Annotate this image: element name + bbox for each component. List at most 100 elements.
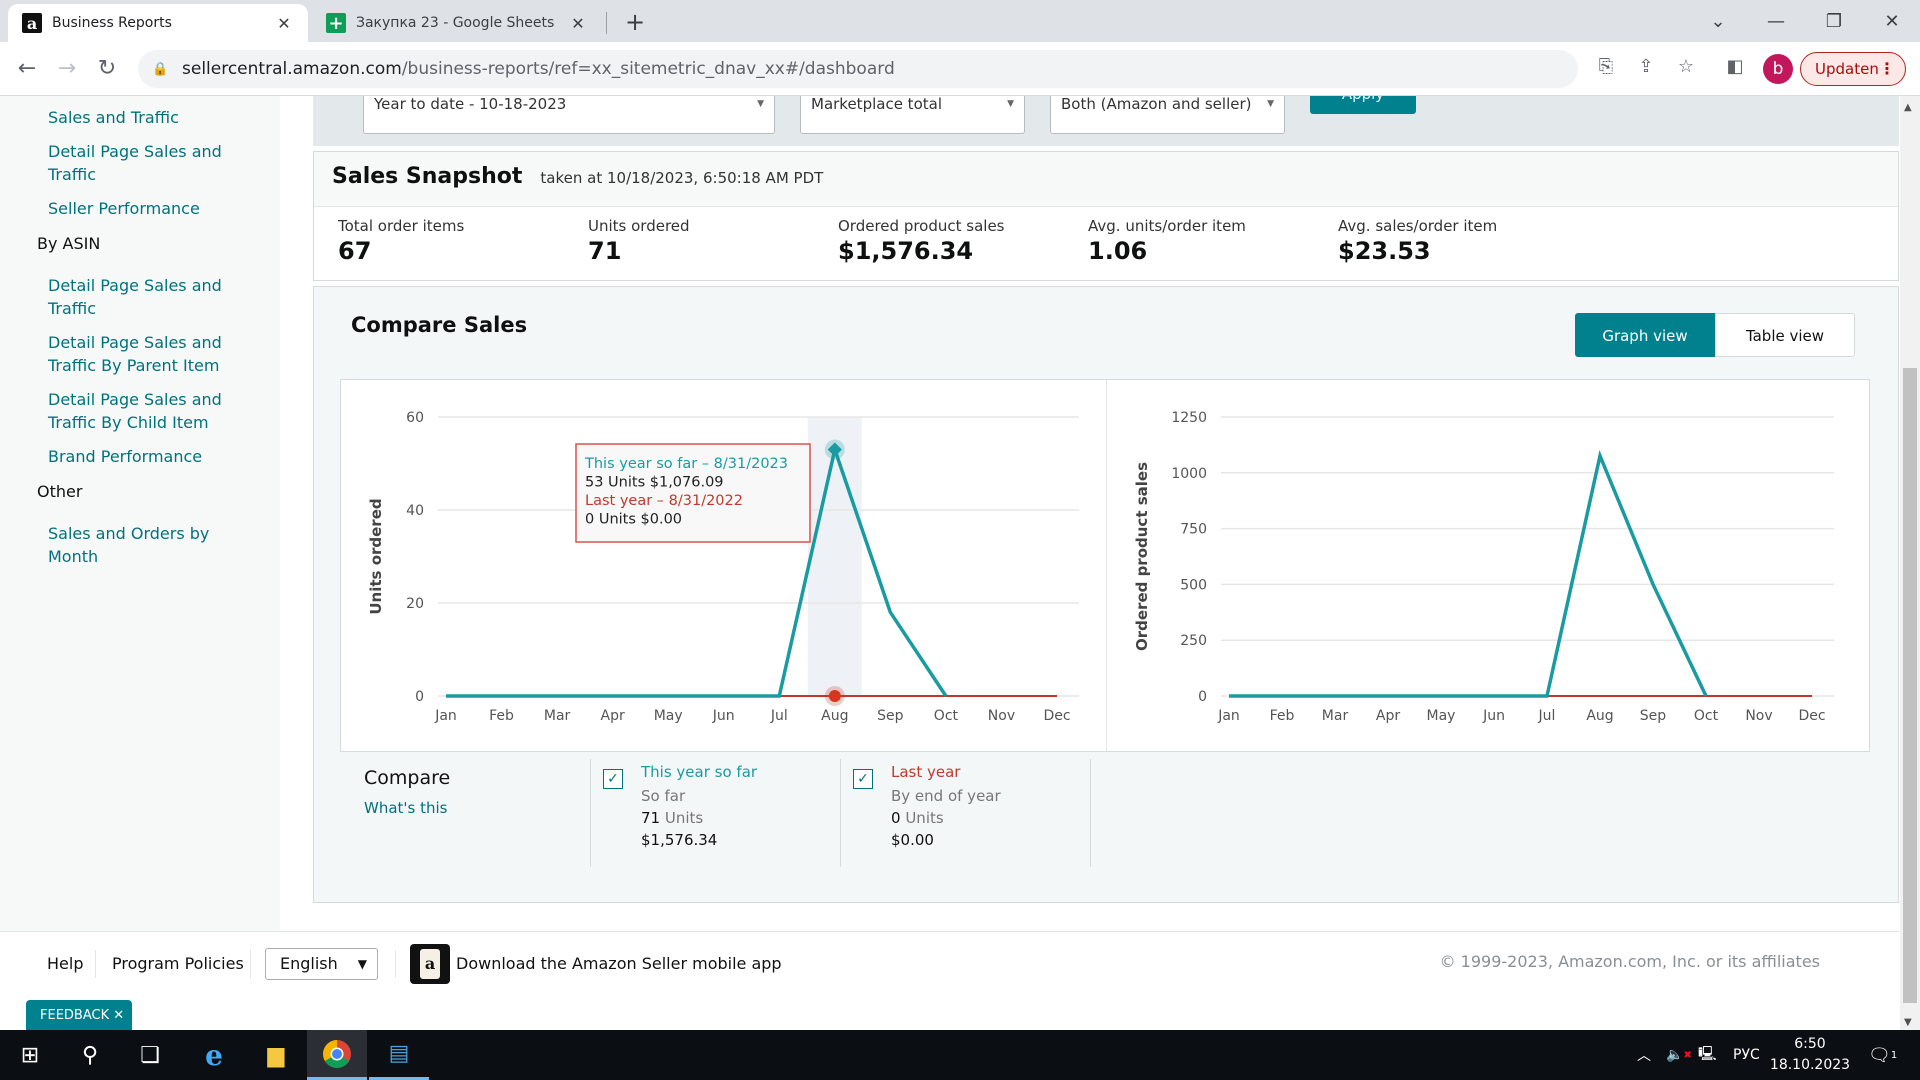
url-path: /business-reports/ref=xx_sitemetric_dnav… — [401, 59, 895, 79]
amazon-icon: a — [22, 13, 42, 33]
file-explorer-icon[interactable]: ▆ — [246, 1030, 306, 1080]
translate-icon[interactable]: ⎘ — [1593, 56, 1619, 77]
marketplace-value: Marketplace total — [811, 96, 942, 113]
bookmark-star-icon[interactable]: ☆ — [1673, 56, 1699, 77]
minimize-button[interactable]: — — [1748, 0, 1804, 42]
chevron-down-icon: ▼ — [357, 957, 367, 971]
last-year-checkbox[interactable]: ✓ — [853, 769, 873, 789]
copyright: © 1999-2023, Amazon.com, Inc. or its aff… — [1439, 952, 1820, 971]
compare-legend: Compare What's this ✓ This year so far S… — [340, 759, 1870, 879]
whats-this-link[interactable]: What's this — [364, 799, 448, 817]
snapshot-timestamp: taken at 10/18/2023, 6:50:18 AM PDT — [540, 169, 824, 187]
volume-muted-icon[interactable]: 🔈 ✖ — [1666, 1030, 1692, 1080]
chrome-icon[interactable] — [307, 1030, 367, 1080]
feedback-button[interactable]: FEEDBACK ✕ — [26, 1000, 132, 1030]
close-tab-icon[interactable]: ✕ — [274, 14, 294, 33]
close-window-button[interactable]: ✕ — [1864, 0, 1920, 42]
sidebar-item-by-parent-item[interactable]: Detail Page Sales and Traffic By Parent … — [48, 331, 248, 377]
tab-google-sheets[interactable]: + Закупка 23 - Google Sheets ✕ — [312, 4, 602, 42]
amazon-logo-icon: a — [420, 949, 440, 979]
tooltip-line: 53 Units $1,076.09 — [585, 475, 724, 491]
page-scrollbar[interactable]: ▲ ▼ — [1900, 96, 1920, 1030]
units-ordered-chart[interactable]: 0 20 40 60 Jan Feb Mar Apr May Jun Jul Aug Sep Oct Nov… — [341, 380, 1106, 751]
y-tick-label: 750 — [1180, 522, 1207, 538]
units-value: 71 — [641, 809, 661, 827]
y-axis-label: Ordered product sales — [1133, 462, 1151, 651]
compare-sales-title: Compare Sales — [351, 313, 528, 337]
language-select[interactable]: English ▼ — [265, 948, 378, 980]
language-value: English — [280, 954, 338, 973]
restore-button[interactable]: ❐ — [1806, 0, 1862, 42]
reload-button[interactable]: ↻ — [92, 54, 122, 84]
x-tick-label: Jan — [434, 708, 457, 724]
footer-separator — [95, 950, 96, 978]
download-app-link[interactable]: Download the Amazon Seller mobile app — [456, 954, 782, 973]
tab-search-icon[interactable]: ⌄ — [1690, 0, 1746, 42]
y-tick-label: 250 — [1180, 633, 1207, 649]
back-button[interactable]: ← — [12, 54, 42, 84]
help-link[interactable]: Help — [47, 954, 83, 973]
search-icon[interactable]: ⚲ — [60, 1030, 120, 1080]
table-view-button[interactable]: Table view — [1715, 313, 1855, 357]
x-tick-label: Sep — [877, 708, 904, 724]
sidebar-item-detail-page-sales-traffic[interactable]: Detail Page Sales and Traffic — [48, 140, 248, 186]
program-policies-link[interactable]: Program Policies — [112, 954, 244, 973]
metric-ordered-product-sales: Ordered product sales $1,576.34 — [838, 217, 1078, 265]
scroll-down-icon[interactable]: ▼ — [1904, 1017, 1912, 1028]
caret-down-icon: ▼ — [1267, 99, 1274, 109]
series-line-this-year — [1229, 449, 1708, 698]
fulfillment-select[interactable]: Both (Amazon and seller) ▼ — [1050, 96, 1285, 134]
new-tab-button[interactable]: + — [620, 8, 650, 38]
clock-date: 18.10.2023 — [1769, 1057, 1851, 1073]
x-tick-label: Jul — [770, 708, 788, 724]
amazon-seller-app-icon[interactable]: a — [410, 944, 450, 984]
sidebar-item-sales-orders-by-month[interactable]: Sales and Orders by Month — [48, 522, 248, 568]
network-icon[interactable]: 🖳 — [1698, 1030, 1717, 1080]
sidebar-item-sales-and-traffic[interactable]: Sales and Traffic — [48, 106, 248, 129]
metric-total-order-items: Total order items 67 — [338, 217, 578, 265]
share-icon[interactable]: ⇪ — [1633, 56, 1659, 77]
scroll-up-icon[interactable]: ▲ — [1904, 102, 1912, 113]
system-clock[interactable]: 6:50 18.10.2023 — [1768, 1034, 1852, 1076]
y-tick-label: 0 — [415, 689, 424, 705]
metric-avg-sales-per-order-item: Avg. sales/order item $23.53 — [1338, 217, 1578, 265]
units-label: Units — [905, 809, 944, 827]
server-manager-icon[interactable]: ▤ — [369, 1030, 429, 1080]
this-year-checkbox[interactable]: ✓ — [603, 769, 623, 789]
marketplace-select[interactable]: Marketplace total ▼ — [800, 96, 1025, 134]
apply-button[interactable]: Apply — [1310, 96, 1416, 114]
legend-this-year: ✓ This year so far So far 71 Units $1,57… — [590, 759, 840, 867]
input-language[interactable]: РУС — [1733, 1030, 1760, 1080]
task-view-icon[interactable]: ❏ — [120, 1030, 180, 1080]
sidebar-item-brand-performance[interactable]: Brand Performance — [48, 445, 248, 468]
metric-label: Avg. units/order item — [1088, 217, 1246, 235]
address-bar[interactable]: 🔒 sellercentral.amazon.com/business-repo… — [138, 50, 1578, 88]
notifications-icon[interactable]: 🗨 1 — [1868, 1030, 1897, 1080]
graph-view-button[interactable]: Graph view — [1575, 313, 1715, 357]
tab-business-reports[interactable]: a Business Reports ✕ — [8, 4, 308, 42]
x-tick-label: Aug — [821, 708, 848, 724]
x-tick-label: May — [654, 708, 683, 724]
sidebar-item-seller-performance[interactable]: Seller Performance — [48, 197, 248, 220]
update-button[interactable]: Updaten ⋮ — [1800, 52, 1906, 86]
internet-explorer-icon[interactable]: e — [184, 1030, 244, 1080]
close-tab-icon[interactable]: ✕ — [568, 14, 588, 33]
windows-start-icon[interactable]: ⊞ — [0, 1030, 60, 1080]
tray-chevron-icon[interactable]: ︿ — [1637, 1030, 1651, 1080]
y-tick-label: 60 — [406, 410, 424, 426]
tab-separator — [606, 12, 607, 34]
ordered-product-sales-chart[interactable]: 0 250 500 750 1000 1250 Jan Feb Mar Apr May Jun Jul A… — [1107, 380, 1872, 751]
side-panel-icon[interactable]: ◧ — [1722, 56, 1748, 77]
sidebar-item-by-child-item[interactable]: Detail Page Sales and Traffic By Child I… — [48, 388, 248, 434]
snapshot-header: Sales Snapshot taken at 10/18/2023, 6:50… — [314, 152, 1898, 207]
tab-title: Закупка 23 - Google Sheets — [356, 15, 555, 31]
scrollbar-thumb[interactable] — [1903, 368, 1917, 1003]
date-range-select[interactable]: Year to date - 10-18-2023 ▼ — [363, 96, 775, 134]
legend-units: 71 Units — [641, 809, 840, 827]
legend-series-sub: By end of year — [891, 787, 1001, 805]
forward-button[interactable]: → — [52, 54, 82, 84]
profile-avatar[interactable]: b — [1763, 54, 1793, 84]
snapshot-title: Sales Snapshot — [332, 164, 523, 189]
clock-time: 6:50 — [1794, 1036, 1826, 1052]
sidebar-item-asin-detail-page-sales-traffic[interactable]: Detail Page Sales and Traffic — [48, 274, 248, 320]
